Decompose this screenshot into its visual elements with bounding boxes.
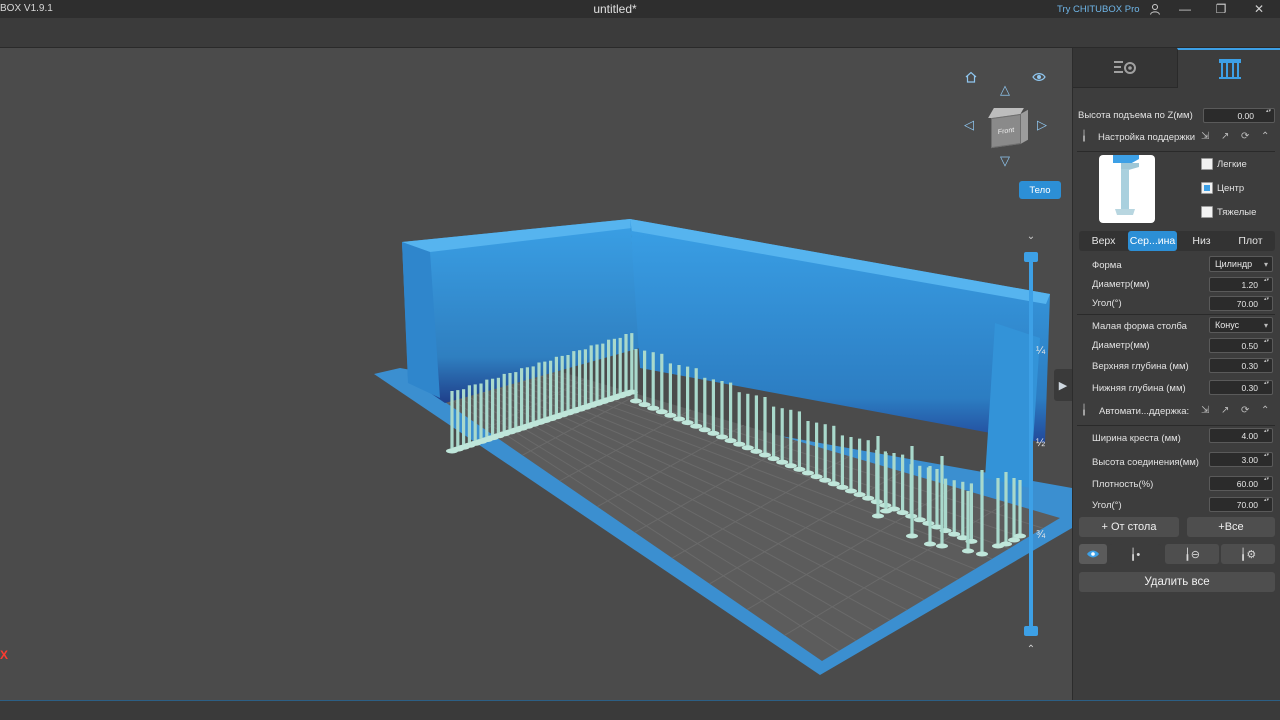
slider-up-chevron-icon[interactable]: ⌃ [1024,644,1038,656]
visibility-eye-icon[interactable] [1030,68,1048,86]
angle-input[interactable]: 70.00 [1209,296,1273,311]
tab-bottom[interactable]: Низ [1177,231,1226,251]
add-support-icon[interactable]: ╽• [1109,544,1161,564]
delete-all-button[interactable]: Удалить все [1079,572,1275,592]
layer-slider-track[interactable] [1029,259,1033,633]
auto-angle-input[interactable]: 70.00 [1209,497,1273,512]
divider [1077,425,1275,426]
view-cube[interactable]: Front [983,106,1029,152]
rotate-right-icon[interactable]: ▷ [1033,116,1051,134]
center-label: Центр [1217,183,1245,194]
bottom-depth-label: Нижняя глубина (мм) [1092,383,1186,394]
cross-width-label: Ширина креста (мм) [1092,433,1181,444]
reset-icon[interactable]: ⟳ [1241,131,1249,142]
angle-label: Угол(°) [1092,298,1122,309]
tab-top[interactable]: Верх [1079,231,1128,251]
support-settings-header[interactable]: ╽ Настройка поддержки ⇲ ↗ ⟳ ⌃ [1077,128,1277,148]
divider [1077,314,1275,315]
slider-mark-half: ½ [1036,437,1046,449]
auto-reset-icon[interactable]: ⟳ [1241,405,1249,416]
support-preview-image [1099,155,1155,223]
viewport-3d[interactable]: X △ ◁ ▷ ▽ Front Тело ⌄ ¼ ½ ¾ ⌃ [0,48,1072,700]
collapse-section-icon[interactable]: ⌃ [1261,131,1269,142]
panel-collapse-icon[interactable]: ▶ [1054,369,1072,401]
supports-tab-icon [1218,59,1241,79]
center-checkbox[interactable] [1201,182,1213,194]
try-pro-link[interactable]: Try CHITUBOX Pro [1057,4,1140,15]
auto-collapse-icon[interactable]: ⌃ [1261,405,1269,416]
tab-raft[interactable]: Плот [1226,231,1275,251]
import-icon[interactable]: ⇲ [1201,131,1209,142]
export-icon[interactable]: ↗ [1221,131,1229,142]
layer-slider-bottom-thumb[interactable] [1024,626,1038,636]
small-diameter-label: Диаметр(мм) [1092,340,1150,351]
document-title: untitled* [593,2,637,16]
small-diameter-input[interactable]: 0.50 [1209,338,1273,353]
divider [1077,151,1275,152]
tab-middle[interactable]: Сер...ина [1128,231,1177,251]
slider-down-chevron-icon[interactable]: ⌄ [1024,231,1038,243]
small-shape-label: Малая форма столба [1092,321,1187,332]
slider-mark-quarter: ¼ [1036,345,1046,357]
settings-list-icon [1114,60,1136,74]
lift-height-label: Высота подъема по Z(мм) [1078,110,1193,121]
cross-width-input[interactable]: 4.00 [1209,428,1273,443]
joint-height-input[interactable]: 3.00 [1209,452,1273,467]
layer-slider-top-thumb[interactable] [1024,252,1038,262]
scene-canvas[interactable] [0,48,1072,700]
lift-height-input[interactable]: 0.00 [1203,108,1275,123]
joint-height-label: Высота соединения(мм) [1092,457,1199,468]
remove-support-icon[interactable]: ╽⊖ [1165,544,1219,564]
small-shape-select[interactable]: Конус [1209,317,1273,333]
view-cube-front[interactable]: Front [991,113,1021,149]
close-icon[interactable]: ✕ [1248,0,1270,18]
top-depth-label: Верхняя глубина (мм) [1092,361,1189,372]
light-checkbox[interactable] [1201,158,1213,170]
title-bar: BOX V1.9.1 untitled* Try CHITUBOX Pro — … [0,0,1280,18]
shape-label: Форма [1092,260,1122,271]
view-cube-side[interactable] [1020,109,1028,145]
add-all-button[interactable]: +Все [1187,517,1275,537]
status-bar [0,700,1280,720]
light-label: Легкие [1217,159,1247,170]
heavy-checkbox[interactable] [1201,206,1213,218]
bottom-depth-input[interactable]: 0.30 [1209,380,1273,395]
auto-support-header[interactable]: ╽ Автомати...ддержка: ⇲ ↗ ⟳ ⌃ [1077,402,1277,422]
top-depth-input[interactable]: 0.30 [1209,358,1273,373]
tab-supports[interactable] [1177,48,1280,88]
density-label: Плотность(%) [1092,479,1154,490]
support-panel: Высота подъема по Z(мм) 0.00 ╽ Настройка… [1072,48,1280,700]
minimize-icon[interactable]: — [1174,0,1196,18]
support-part-tabs: Верх Сер...ина Низ Плот [1079,231,1275,251]
user-icon[interactable] [1144,0,1166,18]
toolbar-strip [0,18,1280,48]
show-supports-eye-icon[interactable] [1079,544,1107,564]
edit-support-icon[interactable]: ╽⚙ [1221,544,1275,564]
x-axis-label: X [0,648,9,662]
auto-angle-label: Угол(°) [1092,500,1122,511]
tab-settings[interactable] [1073,48,1177,88]
home-view-icon[interactable] [962,68,980,86]
shape-select[interactable]: Цилиндр [1209,256,1273,272]
auto-export-icon[interactable]: ↗ [1221,405,1229,416]
diameter-label: Диаметр(мм) [1092,279,1150,290]
support-settings-title: Настройка поддержки [1098,132,1196,143]
rotate-up-icon[interactable]: △ [996,81,1014,99]
rotate-left-icon[interactable]: ◁ [960,116,978,134]
density-input[interactable]: 60.00 [1209,476,1273,491]
body-view-button[interactable]: Тело [1019,181,1061,199]
slider-mark-three-quarters: ¾ [1036,529,1046,541]
auto-support-pin-icon: ╽ [1081,405,1088,416]
diameter-input[interactable]: 1.20 [1209,277,1273,292]
from-table-button[interactable]: + От стола [1079,517,1179,537]
heavy-label: Тяжелые [1217,207,1257,218]
rotate-down-icon[interactable]: ▽ [996,152,1014,170]
auto-support-title: Автомати...ддержка: [1099,406,1190,417]
model-right-wall [630,219,1050,443]
restore-icon[interactable]: ❐ [1210,0,1232,18]
support-pin-icon: ╽ [1081,131,1088,142]
auto-import-icon[interactable]: ⇲ [1201,405,1209,416]
